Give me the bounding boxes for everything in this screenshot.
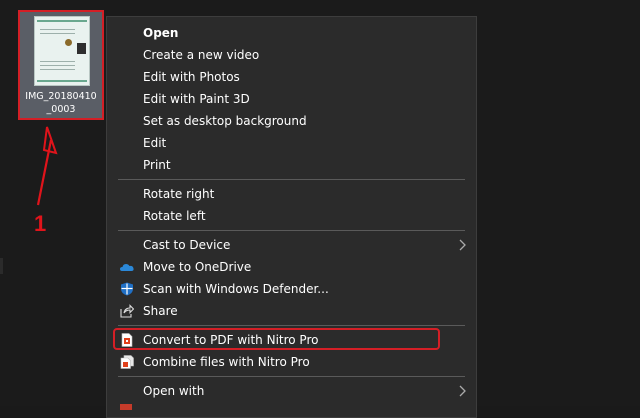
menu-item-label: Open with <box>143 384 205 398</box>
share-icon <box>120 304 134 318</box>
onedrive-icon <box>120 264 134 271</box>
annotation-highlight-box <box>113 328 440 350</box>
menu-separator <box>118 325 465 326</box>
menu-item-edit-paint3d[interactable]: Edit with Paint 3D <box>107 88 476 110</box>
menu-item-label: Rotate right <box>143 187 215 201</box>
menu-item-label: Move to OneDrive <box>143 260 252 274</box>
menu-item-label: Print <box>143 158 171 172</box>
nitro-combine-icon <box>120 355 134 369</box>
menu-partial-icon <box>120 404 132 410</box>
desktop-file-icon[interactable]: IMG_20180410_0003 <box>18 10 104 120</box>
menu-separator <box>118 179 465 180</box>
annotation-marker-1: 1 <box>34 211 47 236</box>
menu-item-label: Rotate left <box>143 209 206 223</box>
context-menu: Open Create a new video Edit with Photos… <box>106 16 477 418</box>
defender-shield-icon <box>121 282 133 296</box>
menu-separator <box>118 230 465 231</box>
menu-item-label: Scan with Windows Defender... <box>143 282 329 296</box>
menu-item-label: Set as desktop background <box>143 114 307 128</box>
menu-item-edit-photos[interactable]: Edit with Photos <box>107 66 476 88</box>
menu-item-create-video[interactable]: Create a new video <box>107 44 476 66</box>
menu-separator <box>118 376 465 377</box>
menu-item-label: Create a new video <box>143 48 260 62</box>
chevron-right-icon <box>459 385 466 397</box>
menu-item-move-onedrive[interactable]: Move to OneDrive <box>107 256 476 278</box>
menu-item-scan-defender[interactable]: Scan with Windows Defender... <box>107 278 476 300</box>
menu-item-cast-to-device[interactable]: Cast to Device <box>107 234 476 256</box>
menu-item-label: Share <box>143 304 178 318</box>
menu-item-print[interactable]: Print <box>107 154 476 176</box>
file-name-label: IMG_20180410_0003 <box>25 91 97 115</box>
image-thumbnail-icon <box>34 16 90 86</box>
menu-item-combine-nitro[interactable]: Combine files with Nitro Pro <box>107 351 476 373</box>
menu-item-set-background[interactable]: Set as desktop background <box>107 110 476 132</box>
menu-item-label: Edit <box>143 136 167 150</box>
menu-item-label: Edit with Photos <box>143 70 240 84</box>
menu-item-share[interactable]: Share <box>107 300 476 322</box>
menu-item-rotate-right[interactable]: Rotate right <box>107 183 476 205</box>
menu-item-rotate-left[interactable]: Rotate left <box>107 205 476 227</box>
desktop-edge-mark <box>0 258 3 274</box>
menu-item-label: Cast to Device <box>143 238 231 252</box>
menu-item-label: Open <box>143 26 179 40</box>
chevron-right-icon <box>459 239 466 251</box>
menu-item-open[interactable]: Open <box>107 22 476 44</box>
menu-item-edit[interactable]: Edit <box>107 132 476 154</box>
menu-item-open-with[interactable]: Open with <box>107 380 476 402</box>
menu-item-label: Combine files with Nitro Pro <box>143 355 310 369</box>
menu-item-label: Edit with Paint 3D <box>143 92 250 106</box>
